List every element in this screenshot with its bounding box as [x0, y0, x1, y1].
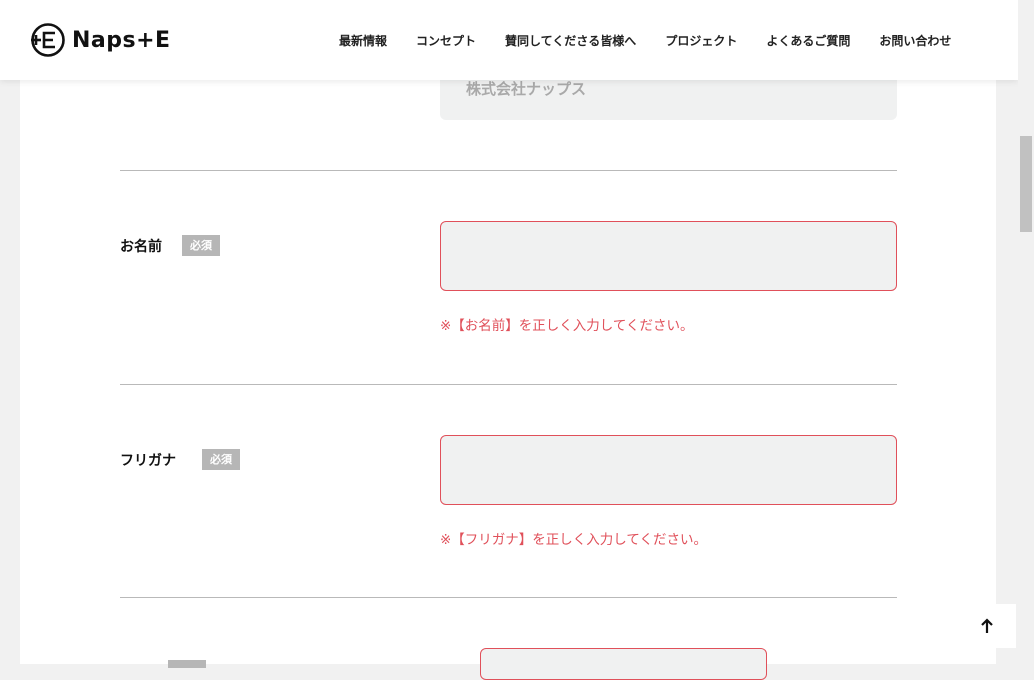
company-name-value: 株式会社ナップス	[466, 80, 587, 98]
furigana-field-label: フリガナ 必須	[120, 449, 240, 470]
back-to-top-button[interactable]	[958, 604, 1016, 648]
divider	[120, 384, 897, 385]
furigana-label-text: フリガナ	[120, 452, 176, 469]
divider	[120, 597, 897, 598]
nav-item-news[interactable]: 最新情報	[339, 32, 387, 49]
name-label-text: お名前	[120, 238, 162, 255]
arrow-up-icon	[981, 618, 993, 633]
scrollbar[interactable]	[1018, 0, 1034, 664]
furigana-error-message: ※【フリガナ】を正しく入力してください。	[440, 532, 708, 548]
nav-item-concept[interactable]: コンセプト	[416, 32, 476, 49]
scrollbar-thumb[interactable]	[1020, 136, 1032, 232]
site-header: Naps+E 最新情報 コンセプト 賛同してくださる皆様へ プロジェクト よくあ…	[0, 0, 1018, 80]
nav-item-supporters[interactable]: 賛同してくださる皆様へ	[505, 32, 636, 49]
site-logo[interactable]: Naps+E	[30, 22, 171, 58]
logo-text: Naps+E	[72, 27, 171, 53]
plus-e-logo-icon	[31, 23, 65, 57]
nav-item-faq[interactable]: よくあるご質問	[766, 32, 850, 49]
next-field-input[interactable]	[480, 648, 767, 680]
name-input[interactable]	[440, 221, 897, 291]
divider	[120, 170, 897, 171]
nav-item-project[interactable]: プロジェクト	[665, 32, 737, 49]
furigana-input[interactable]	[440, 435, 897, 505]
nav-item-contact[interactable]: お問い合わせ	[879, 32, 951, 49]
required-badge: 必須	[182, 235, 220, 256]
name-field-label: お名前 必須	[120, 235, 220, 256]
name-error-message: ※【お名前】を正しく入力してください。	[440, 318, 694, 334]
required-badge-partial	[168, 660, 206, 668]
main-nav: 最新情報 コンセプト 賛同してくださる皆様へ プロジェクト よくあるご質問 お問…	[339, 32, 951, 49]
required-badge: 必須	[202, 449, 240, 470]
